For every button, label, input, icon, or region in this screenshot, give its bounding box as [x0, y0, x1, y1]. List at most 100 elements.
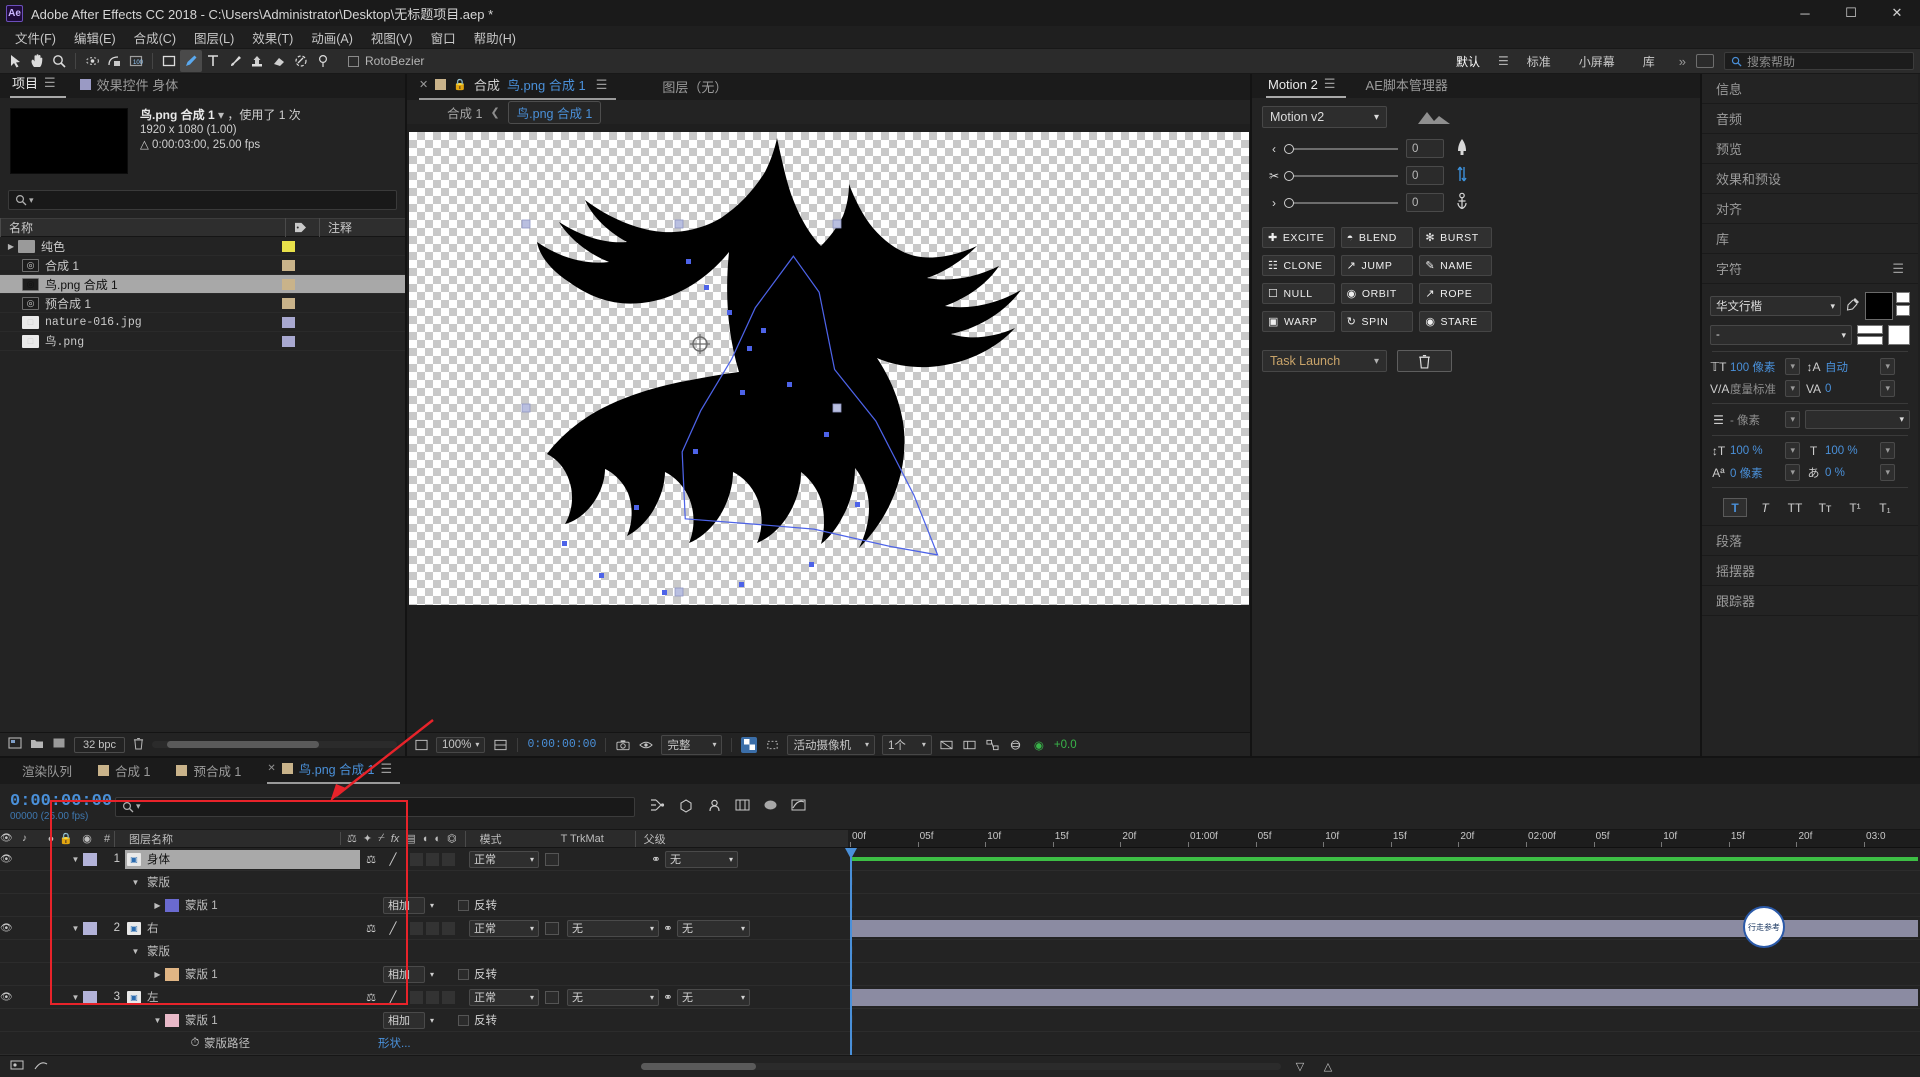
list-item[interactable]: ◎ 预合成 1 [0, 294, 405, 313]
quality-select[interactable]: 完整▾ [661, 735, 722, 755]
stopwatch-icon[interactable]: ⏱ [186, 1037, 204, 1050]
zoom-out-icon[interactable]: ▽ [1291, 1060, 1309, 1073]
kerning-field[interactable]: V/A 度量标准 ▾ [1710, 380, 1800, 397]
transparency-grid-icon[interactable] [741, 737, 757, 753]
label-color-swatch[interactable] [282, 279, 295, 290]
motion-slider-3[interactable] [1288, 202, 1398, 204]
walk-reference-badge[interactable]: 行走参考 [1743, 906, 1785, 948]
stroke-none-swatch[interactable] [1888, 325, 1910, 345]
workspace-menu-icon[interactable]: ☰ [1494, 54, 1513, 68]
tsume-field[interactable]: あ 0 % ▾ [1805, 464, 1895, 481]
label-color-swatch[interactable] [282, 298, 295, 309]
panel-tracker[interactable]: 跟踪器 [1702, 586, 1918, 616]
trkmat-select[interactable]: 无▾ [567, 989, 659, 1006]
workspace-layout-icon[interactable] [1696, 54, 1714, 68]
new-comp-icon[interactable] [8, 737, 22, 752]
expand-triangle-icon[interactable]: ▼ [128, 947, 143, 956]
motion-button-stare[interactable]: ◉STARE [1419, 311, 1492, 332]
puppet-pin-icon[interactable] [312, 50, 334, 72]
fill-stroke-swatches[interactable] [1865, 292, 1910, 320]
tab-timeline-bird-comp1[interactable]: ✕ 鸟.png 合成 1 ☰ [267, 755, 400, 784]
font-family-select[interactable]: 华文行楷▾ [1710, 296, 1841, 316]
panel-menu-icon[interactable]: ☰ [596, 77, 608, 93]
hand-icon[interactable] [26, 50, 48, 72]
mask-square-icon[interactable]: 100 [125, 50, 147, 72]
rotobezier-option[interactable]: RotoBezier [348, 54, 424, 68]
menu-item-file[interactable]: 文件(F) [6, 26, 65, 49]
layer-duration-bar[interactable] [850, 857, 1918, 861]
mask-invert-toggle[interactable]: 反转 [458, 1012, 497, 1028]
trkmat-box[interactable] [545, 853, 559, 866]
draft-3d-icon[interactable] [678, 798, 694, 816]
timecode-value[interactable]: 0:00:00:00 [10, 792, 115, 811]
toggle-switches-icon[interactable] [10, 1059, 24, 1074]
motion-value-2[interactable]: 0 [1406, 166, 1444, 185]
property-value[interactable]: 形状... [378, 1035, 411, 1051]
font-size-field[interactable]: 𝕋T 100 像素 ▾ [1710, 358, 1800, 375]
search-help-input[interactable]: 搜索帮助 [1724, 52, 1914, 70]
mask-mode-chevron-icon[interactable]: ▾ [430, 970, 434, 979]
mask-invert-toggle[interactable]: 反转 [458, 966, 497, 982]
stroke-width-field[interactable]: ☰ - 像素 ▾ [1710, 411, 1800, 428]
fill-color-swatch[interactable] [1865, 292, 1893, 320]
layer-duration-bar[interactable] [850, 989, 1918, 1006]
graph-editor-toggle-icon[interactable] [34, 1059, 48, 1074]
workspace-small-screen[interactable]: 小屏幕 [1565, 50, 1629, 73]
tab-render-queue[interactable]: 渲染队列 [22, 757, 98, 784]
project-search-input[interactable]: ▾ [8, 190, 397, 210]
mask-mode-select[interactable]: 相加 [383, 897, 425, 914]
brush-icon[interactable] [224, 50, 246, 72]
label-color-swatch[interactable] [83, 853, 97, 866]
list-item[interactable]: □ 鸟.png [0, 332, 405, 351]
mask-mode-chevron-icon[interactable]: ▾ [430, 1016, 434, 1025]
parent-link-icon[interactable]: ⚭ [659, 921, 677, 935]
task-launch-select[interactable]: Task Launch ▾ [1262, 350, 1387, 372]
style-superscript[interactable]: T¹ [1843, 498, 1867, 517]
menu-item-layer[interactable]: 图层(L) [185, 26, 243, 49]
header-mode[interactable]: 模式 [465, 831, 539, 847]
quality-switch[interactable]: ╱ [382, 921, 404, 935]
trkmat-box[interactable] [545, 922, 559, 935]
delete-icon[interactable] [133, 737, 144, 753]
layer-switches[interactable] [410, 922, 455, 935]
orbit-camera-icon[interactable] [81, 50, 103, 72]
close-button[interactable]: ✕ [1874, 0, 1920, 26]
parent-pin-icon[interactable]: ⚖ [360, 991, 382, 1004]
expand-triangle-icon[interactable]: ▶ [4, 242, 18, 251]
motion-button-blend[interactable]: ◓BLEND [1341, 227, 1414, 248]
parent-select[interactable]: 无▾ [677, 920, 750, 937]
panel-menu-icon[interactable]: ☰ [1324, 76, 1336, 92]
motion-button-name[interactable]: ✎NAME [1419, 255, 1492, 276]
panel-audio[interactable]: 音频 [1702, 104, 1918, 134]
pan-behind-icon[interactable] [103, 50, 125, 72]
baseline-shift-field[interactable]: Aª 0 像素 ▾ [1710, 464, 1800, 481]
rect-mask-icon[interactable] [158, 50, 180, 72]
scissors-icon[interactable]: ✂ [1268, 169, 1280, 183]
tab-composition-active[interactable]: ✕ 🔒 合成 鸟.png 合成 1 ☰ [419, 71, 616, 100]
parent-link-icon[interactable]: ⚭ [659, 990, 677, 1004]
motion-button-jump[interactable]: ↗JUMP [1341, 255, 1414, 276]
label-color-swatch[interactable] [282, 336, 295, 347]
select-arrow-icon[interactable] [4, 50, 26, 72]
minimize-button[interactable]: ─ [1782, 0, 1828, 26]
video-toggle[interactable]: 👁 [0, 854, 22, 865]
lock-icon[interactable]: 🔒 [453, 78, 467, 91]
layer-switches[interactable] [410, 853, 455, 866]
parent-pin-icon[interactable]: ⚖ [360, 922, 382, 935]
expand-triangle-icon[interactable]: ▼ [68, 855, 83, 864]
motion-button-rope[interactable]: ↗ROPE [1419, 283, 1492, 304]
label-color-swatch[interactable] [282, 317, 295, 328]
stamp-icon[interactable] [246, 50, 268, 72]
motion-button-burst[interactable]: ✻BURST [1419, 227, 1492, 248]
fit-to-window-icon[interactable] [413, 737, 429, 753]
expand-triangle-icon[interactable]: ▶ [150, 970, 165, 979]
motion-button-warp[interactable]: ▣WARP [1262, 311, 1335, 332]
vertical-scale-field[interactable]: ↕T 100 % ▾ [1710, 442, 1800, 459]
timeline-graph-area[interactable]: 00f05f10f15f20f01:00f05f10f15f20f02:00f0… [848, 830, 1920, 1055]
mask-mode-chevron-icon[interactable]: ▾ [430, 901, 434, 910]
stroke-order-select[interactable]: ▾ [1805, 410, 1910, 429]
mask-color-swatch[interactable] [165, 1014, 179, 1027]
motion-value-3[interactable]: 0 [1406, 193, 1444, 212]
close-icon[interactable]: ✕ [419, 78, 428, 91]
parent-pin-icon[interactable]: ⚖ [360, 853, 382, 866]
